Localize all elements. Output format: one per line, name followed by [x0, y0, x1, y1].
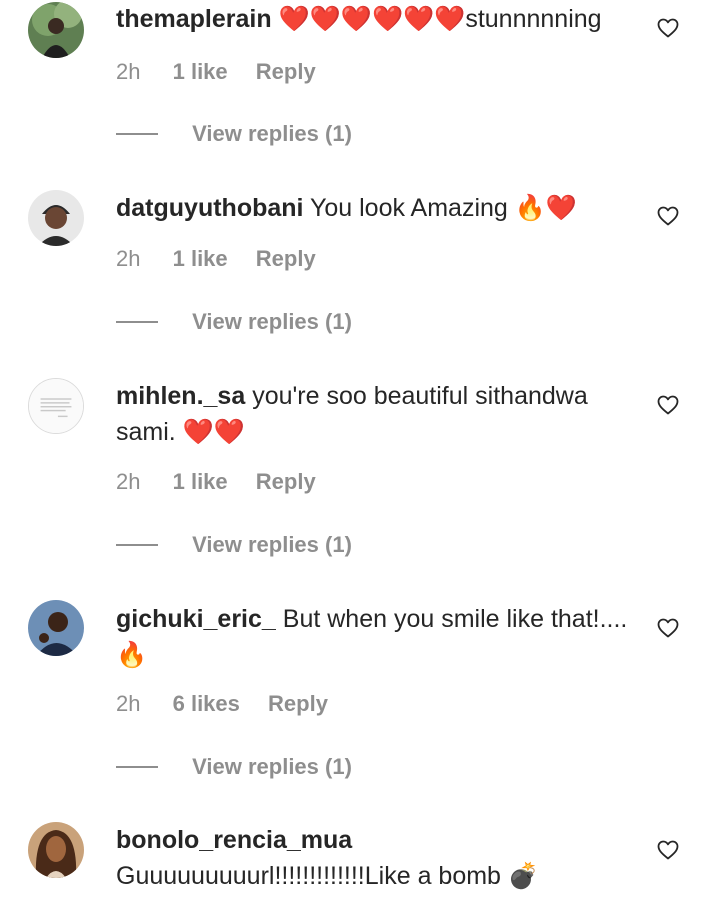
comment-likes[interactable]: 6 likes [173, 691, 240, 717]
comment-meta: 2h 1 like Reply [116, 245, 316, 272]
view-replies-label: View replies (1) [192, 754, 352, 780]
avatar[interactable] [28, 2, 84, 58]
avatar[interactable] [28, 822, 84, 878]
like-heart-icon[interactable] [656, 204, 680, 228]
view-replies-button[interactable]: View replies (1) [116, 120, 352, 147]
view-replies-label: View replies (1) [192, 532, 352, 558]
comment-meta: 2h 1 like Reply [116, 468, 316, 495]
avatar-image [28, 2, 84, 58]
comment-meta: 2h 6 likes Reply [116, 690, 328, 717]
comment-body: themaplerain ❤️❤️❤️❤️❤️❤️stunnnnning [116, 1, 636, 37]
avatar-image [29, 379, 83, 433]
reply-button[interactable]: Reply [256, 246, 316, 272]
replies-divider [116, 766, 158, 769]
comment-text: ❤️❤️❤️❤️❤️❤️stunnnnning [278, 5, 602, 33]
view-replies-label: View replies (1) [192, 121, 352, 147]
reply-button[interactable]: Reply [256, 469, 316, 495]
comment-body: bonolo_rencia_mua Guuuuuuuuurl!!!!!!!!!!… [116, 822, 636, 894]
comment-time: 2h [116, 246, 141, 272]
like-heart-icon[interactable] [656, 838, 680, 862]
avatar-image [28, 822, 84, 878]
view-replies-button[interactable]: View replies (1) [116, 531, 352, 558]
avatar[interactable] [28, 190, 84, 246]
view-replies-button[interactable]: View replies (1) [116, 308, 352, 335]
avatar[interactable] [28, 600, 84, 656]
comment-likes[interactable]: 1 like [173, 246, 228, 272]
replies-divider [116, 544, 158, 547]
comment-text: You look Amazing 🔥❤️ [309, 194, 578, 222]
view-replies-label: View replies (1) [192, 309, 352, 335]
avatar-image [28, 600, 84, 656]
view-replies-button[interactable]: View replies (1) [116, 753, 352, 780]
avatar[interactable] [28, 378, 84, 434]
like-heart-icon[interactable] [656, 16, 680, 40]
comment-username[interactable]: mihlen._sa [116, 382, 245, 410]
comment-likes[interactable]: 1 like [173, 469, 228, 495]
replies-divider [116, 321, 158, 324]
comment-time: 2h [116, 691, 141, 717]
comment-username[interactable]: datguyuthobani [116, 194, 303, 222]
comment-body: datguyuthobani You look Amazing 🔥❤️ [116, 190, 636, 226]
replies-divider [116, 133, 158, 136]
comment-meta: 2h 1 like Reply [116, 58, 316, 85]
avatar-image [28, 190, 84, 246]
comment-username[interactable]: gichuki_eric_ [116, 605, 276, 633]
comment-username[interactable]: bonolo_rencia_mua [116, 826, 352, 854]
comment-body: gichuki_eric_ But when you smile like th… [116, 601, 636, 673]
reply-button[interactable]: Reply [268, 691, 328, 717]
like-heart-icon[interactable] [656, 393, 680, 417]
like-heart-icon[interactable] [656, 616, 680, 640]
comment-time: 2h [116, 59, 141, 85]
comment-likes[interactable]: 1 like [173, 59, 228, 85]
comment-username[interactable]: themaplerain [116, 5, 272, 33]
comment-body: mihlen._sa you're soo beautiful sithandw… [116, 378, 636, 450]
reply-button[interactable]: Reply [256, 59, 316, 85]
comment-text: Guuuuuuuuurl!!!!!!!!!!!!!Like a bomb 💣 [116, 862, 540, 890]
comment-time: 2h [116, 469, 141, 495]
